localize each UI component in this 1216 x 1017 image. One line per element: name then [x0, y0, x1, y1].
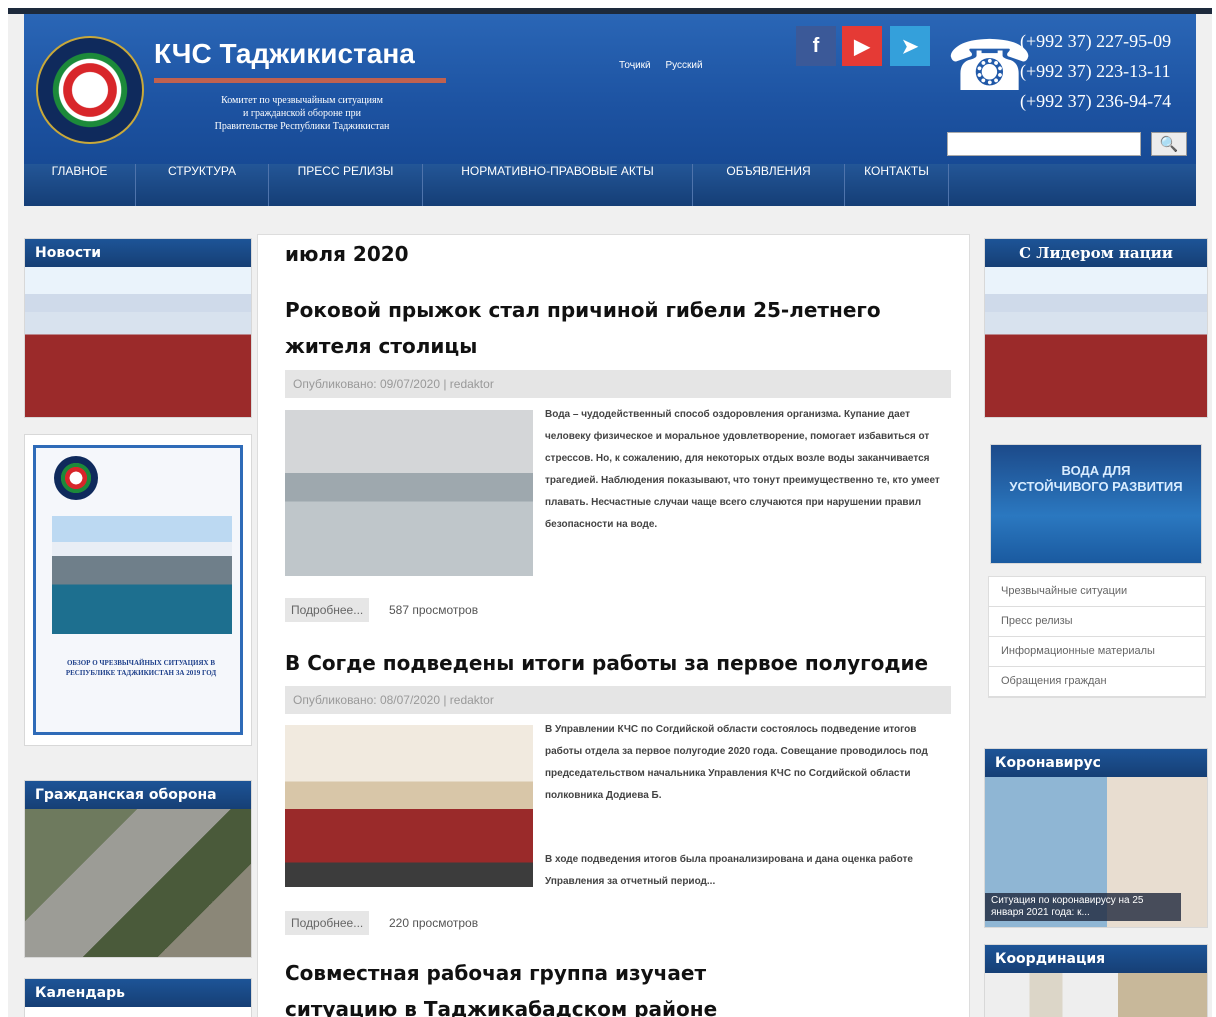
nav-contacts[interactable]: КОНТАКТЫ: [845, 164, 949, 206]
post-excerpt: Вода – чудодейственный способ оздоровлен…: [545, 409, 940, 530]
main-content: июля 2020 Роковой прыжок стал причиной г…: [257, 234, 970, 1017]
nav-home[interactable]: ГЛАВНОЕ: [24, 164, 136, 206]
telegram-icon[interactable]: ➤: [890, 26, 930, 66]
block-title[interactable]: С Лидером нации: [985, 239, 1207, 267]
covid-block: Коронавирус Ситуация по коронавирусу на …: [984, 748, 1208, 928]
lang-tajik-link[interactable]: Тоҷикӣ: [619, 60, 651, 71]
report-block: ОБЗОР О ЧРЕЗВЫЧАЙНЫХ СИТУАЦИЯХ В РЕСПУБЛ…: [24, 434, 252, 746]
phone-list: (+992 37) 227-95-09 (+992 37) 223-13-11 …: [1020, 26, 1171, 116]
nav-press-releases[interactable]: ПРЕСС РЕЛИЗЫ: [269, 164, 423, 206]
phone-icon: ☎: [946, 25, 1034, 107]
phone-number: (+992 37) 236-94-74: [1020, 91, 1172, 111]
readmore-button[interactable]: Подробнее...: [285, 598, 370, 622]
block-title[interactable]: Гражданская оборона: [25, 781, 251, 809]
lang-russian-link[interactable]: Русский: [665, 60, 702, 71]
coordination-block: Координация: [984, 944, 1208, 1017]
site-subtitle: Комитет по чрезвычайным ситуациям и граж…: [152, 94, 452, 133]
post-meta: Опубликовано: 08/07/2020 | redaktor: [285, 686, 951, 714]
post-meta: Опубликовано: 09/07/2020 | redaktor: [285, 370, 951, 398]
phone-number: (+992 37) 227-95-09: [1020, 31, 1172, 51]
banner-line: УСТОЙЧИВОГО РАЗВИТИЯ: [1009, 479, 1183, 494]
civil-defense-image[interactable]: [25, 809, 251, 957]
subtitle-line: и гражданской обороне при: [243, 108, 361, 119]
covid-image[interactable]: Ситуация по коронавирусу на 25 января 20…: [985, 777, 1207, 927]
browser-page: КЧС Таджикистана Комитет по чрезвычайным…: [8, 8, 1212, 1017]
calendar-block: Календарь: [24, 978, 252, 1017]
leader-block: С Лидером нации: [984, 238, 1208, 418]
mountain-lake-image: [52, 516, 232, 634]
youtube-icon[interactable]: ▶: [842, 26, 882, 66]
magnifier-icon: 🔍: [1159, 135, 1179, 153]
block-title[interactable]: Новости: [25, 239, 251, 267]
nav-announcements[interactable]: ОБЪЯВЛЕНИЯ: [693, 164, 845, 206]
post-excerpt: В Управлении КЧС по Согдийской области с…: [545, 724, 928, 801]
subtitle-line: Правительстве Республики Таджикистан: [214, 121, 390, 132]
search-button[interactable]: 🔍: [1151, 132, 1187, 156]
post-title-link[interactable]: Роковой прыжок стал причиной гибели 25-л…: [285, 292, 935, 364]
nav-legal-acts[interactable]: НОРМАТИВНО-ПРАВОВЫЕ АКТЫ: [423, 164, 693, 206]
facebook-icon[interactable]: f: [796, 26, 836, 66]
link-emergencies[interactable]: Чрезвычайные ситуации: [989, 577, 1205, 607]
news-block: Новости: [24, 238, 252, 418]
post-title-link[interactable]: Совместная рабочая группа изучает ситуац…: [285, 955, 825, 1017]
readmore-button[interactable]: Подробнее...: [285, 911, 370, 935]
post-thumbnail[interactable]: [285, 410, 533, 576]
view-count: 587 просмотров: [389, 603, 479, 617]
covid-caption[interactable]: Ситуация по коронавирусу на 25 января 20…: [985, 893, 1181, 921]
link-info-materials[interactable]: Информационные материалы: [989, 637, 1205, 667]
block-title[interactable]: Коронавирус: [985, 749, 1207, 777]
link-list: Чрезвычайные ситуации Пресс релизы Инфор…: [988, 576, 1206, 698]
language-switcher: Тоҷикӣ Русский: [619, 60, 715, 71]
post-title-link[interactable]: В Согде подведены итоги работы за первое…: [285, 645, 935, 681]
archive-heading: июля 2020: [285, 242, 409, 266]
block-title[interactable]: Календарь: [25, 979, 251, 1007]
main-nav: ГЛАВНОЕ СТРУКТУРА ПРЕСС РЕЛИЗЫ НОРМАТИВН…: [24, 164, 1196, 206]
water-banner[interactable]: ВОДА ДЛЯ УСТОЙЧИВОГО РАЗВИТИЯ: [990, 444, 1202, 564]
leader-image[interactable]: [985, 267, 1207, 417]
emblem-logo[interactable]: [36, 36, 144, 144]
link-citizen-appeals[interactable]: Обращения граждан: [989, 667, 1205, 697]
title-underline: [154, 78, 446, 83]
site-title[interactable]: КЧС Таджикистана: [154, 38, 415, 70]
report-cover[interactable]: ОБЗОР О ЧРЕЗВЫЧАЙНЫХ СИТУАЦИЯХ В РЕСПУБЛ…: [33, 445, 243, 735]
search-input[interactable]: [947, 132, 1141, 156]
view-count: 220 просмотров: [389, 916, 479, 930]
civil-defense-block: Гражданская оборона: [24, 780, 252, 958]
news-image[interactable]: [25, 267, 251, 417]
banner-line: ВОДА ДЛЯ: [1061, 463, 1131, 478]
nav-structure[interactable]: СТРУКТУРА: [136, 164, 269, 206]
post-excerpt: В ходе подведения итогов была проанализи…: [545, 854, 913, 887]
link-press-releases[interactable]: Пресс релизы: [989, 607, 1205, 637]
report-title: ОБЗОР О ЧРЕЗВЫЧАЙНЫХ СИТУАЦИЯХ В РЕСПУБЛ…: [65, 659, 217, 677]
block-title[interactable]: Координация: [985, 945, 1207, 973]
post-thumbnail[interactable]: [285, 725, 533, 887]
site-header: КЧС Таджикистана Комитет по чрезвычайным…: [24, 14, 1196, 164]
coordination-image[interactable]: [985, 973, 1207, 1017]
phone-number: (+992 37) 223-13-11: [1020, 61, 1171, 81]
subtitle-line: Комитет по чрезвычайным ситуациям: [221, 95, 383, 106]
report-emblem-icon: [54, 456, 98, 500]
